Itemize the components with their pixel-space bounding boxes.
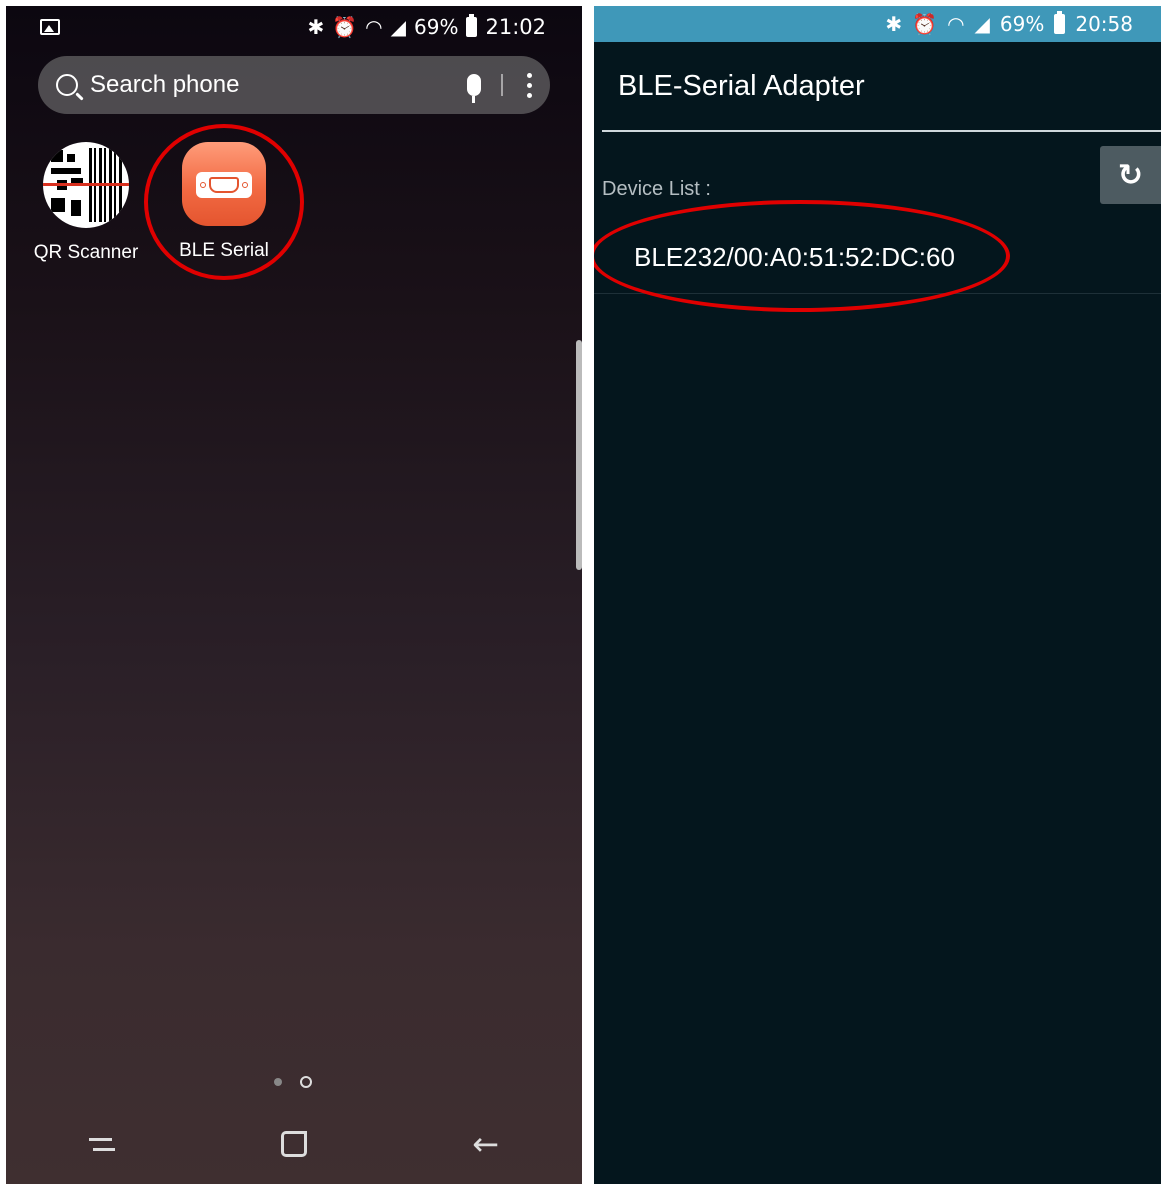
recent-apps-icon[interactable] (88, 1132, 115, 1156)
alarm-icon: ⏰ (912, 12, 938, 36)
ble-serial-app-screen: ✱ ⏰ ◠ ◢ 69% 20:58 BLE-Serial Adapter ↻ D… (594, 6, 1161, 1184)
clock: 21:02 (485, 15, 546, 39)
back-icon[interactable]: ← (472, 1125, 499, 1163)
battery-percent: 69% (414, 15, 459, 39)
battery-percent: 69% (999, 12, 1045, 36)
highlight-circle (144, 124, 304, 280)
more-options-icon[interactable] (527, 72, 532, 98)
status-right: ✱ ⏰ ◠ ◢ 69% 21:02 (307, 14, 546, 39)
page-indicator[interactable] (274, 1076, 312, 1088)
bluetooth-icon: ✱ (307, 15, 325, 39)
search-bar[interactable]: Search phone (38, 56, 550, 114)
status-bar: ✱ ⏰ ◠ ◢ 69% 21:02 (6, 6, 582, 48)
edge-panel-handle[interactable] (576, 340, 582, 570)
home-icon[interactable] (280, 1131, 307, 1157)
signal-icon: ◢ (974, 12, 990, 36)
title-divider (602, 130, 1161, 132)
alarm-icon: ⏰ (332, 15, 358, 39)
qr-scanner-icon[interactable] (43, 142, 129, 228)
app-qr-scanner[interactable]: QR Scanner (26, 142, 146, 264)
search-input[interactable]: Search phone (90, 71, 467, 99)
page-dot-2[interactable] (300, 1076, 312, 1088)
page-title: BLE-Serial Adapter (618, 70, 865, 102)
navigation-bar: ← (6, 1104, 582, 1184)
status-bar: ✱ ⏰ ◠ ◢ 69% 20:58 (594, 6, 1161, 42)
home-screen: ✱ ⏰ ◠ ◢ 69% 21:02 Search phone QR Scanne… (6, 6, 582, 1184)
status-left (40, 19, 60, 35)
app-label-qr-scanner: QR Scanner (33, 242, 139, 263)
signal-icon: ◢ (390, 15, 407, 39)
battery-icon (466, 14, 478, 37)
search-divider (501, 74, 503, 96)
clock: 20:58 (1075, 12, 1133, 36)
wifi-icon: ◠ (947, 12, 965, 36)
refresh-button[interactable]: ↻ (1100, 146, 1161, 204)
search-icon (56, 74, 78, 96)
gallery-notification-icon (40, 19, 60, 35)
device-list-label: Device List : (602, 178, 711, 200)
battery-icon (1054, 11, 1066, 34)
highlight-ellipse (594, 200, 1010, 312)
refresh-icon: ↻ (1117, 157, 1144, 193)
page-dot-1[interactable] (274, 1078, 282, 1086)
wifi-icon: ◠ (365, 15, 383, 39)
bluetooth-icon: ✱ (885, 12, 903, 36)
mic-icon[interactable] (467, 74, 481, 103)
